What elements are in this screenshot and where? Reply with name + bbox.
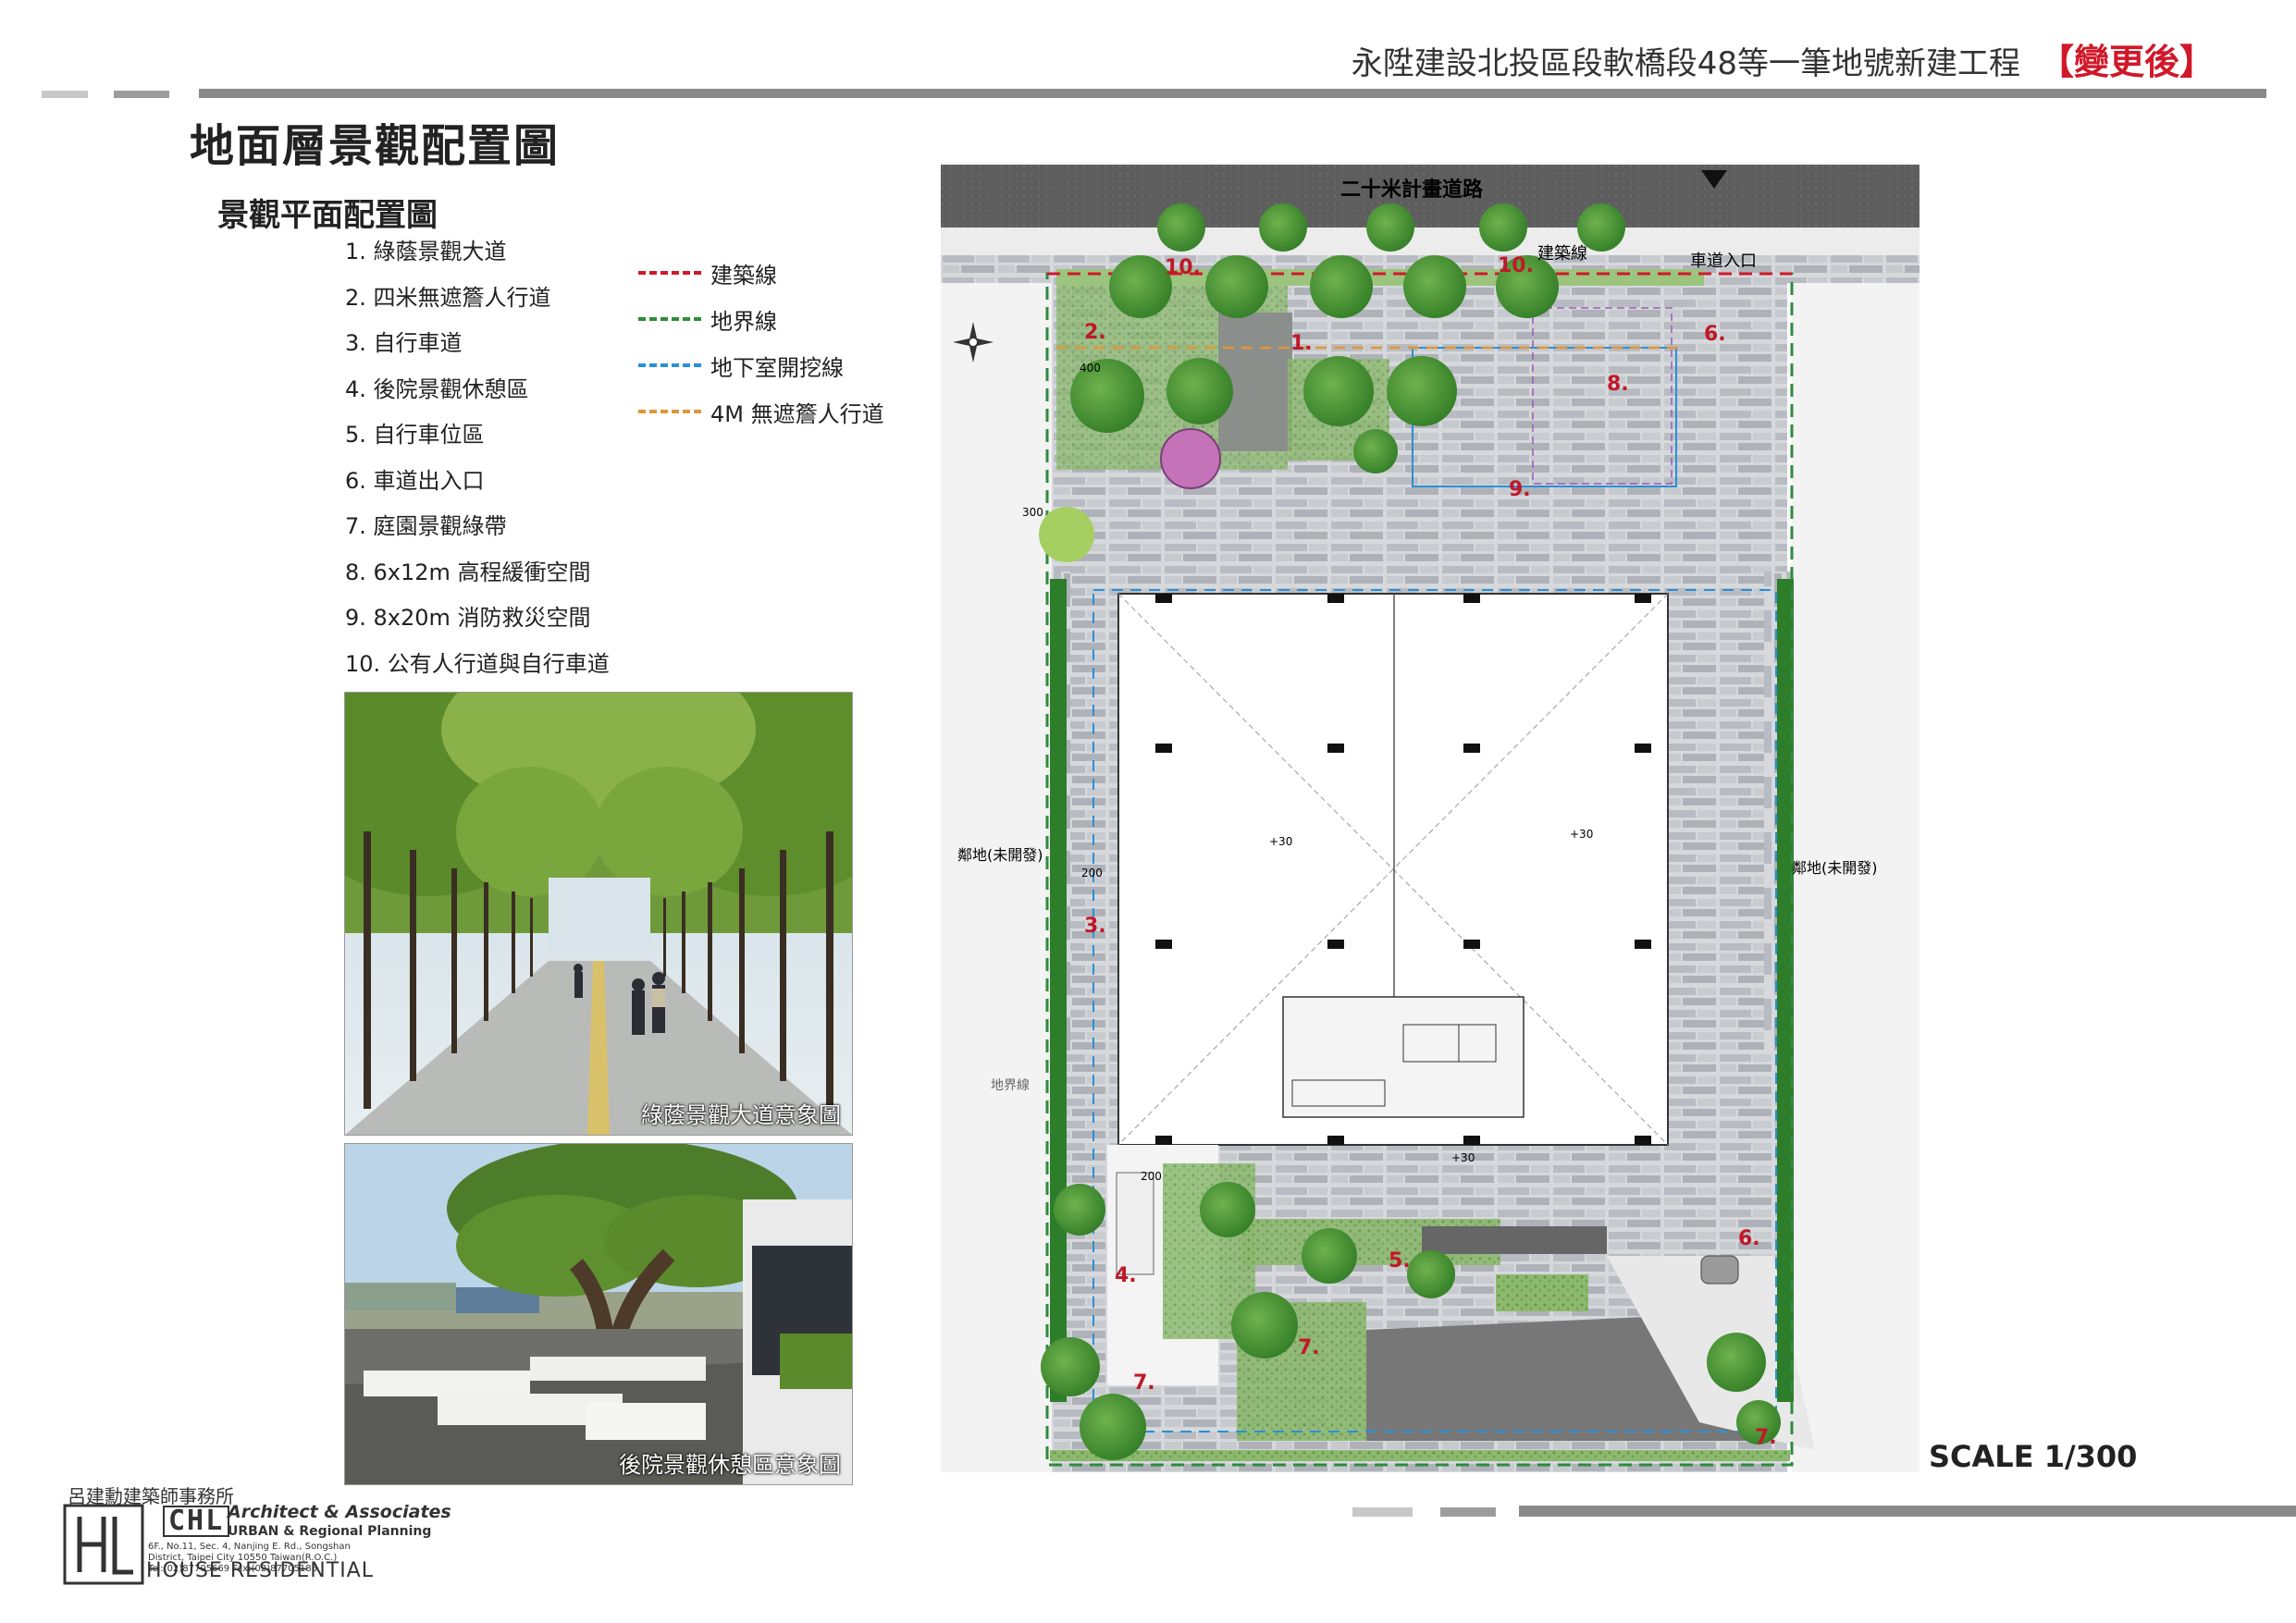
key-item: 10. 公有人行道與自行車道 <box>345 650 610 677</box>
area-number: 6. <box>1738 1227 1760 1250</box>
revision-tag: 【變更後】 <box>2038 42 2215 82</box>
area-number: 1. <box>1290 332 1313 355</box>
boulevard-photo: 綠蔭景觀大道意象圖 <box>344 692 853 1136</box>
compass-icon <box>953 322 994 363</box>
area-number: 8. <box>1607 373 1629 396</box>
legend-label: 4M 無遮簷人行道 <box>710 400 884 427</box>
scale-label: SCALE 1/300 <box>1929 1439 2138 1474</box>
area-number: 9. <box>1509 478 1531 501</box>
dimension-label: 200 <box>1081 867 1103 879</box>
area-number: 7. <box>1298 1336 1320 1359</box>
green-dash-icon <box>638 317 701 321</box>
line-legend: 建築線 地界線 地下室開挖線 4M 無遮簷人行道 <box>638 250 884 435</box>
red-dash-icon <box>638 271 701 275</box>
key-item: 4. 後院景觀休憩區 <box>345 375 529 402</box>
project-title: 永陞建設北投區段軟橋段48等一筆地號新建工程 【變更後】 <box>1352 33 2215 84</box>
key-list: 1. 綠蔭景觀大道 2. 四米無遮簷人行道 3. 自行車道 4. 後院景觀休憩區… <box>345 233 610 691</box>
neighbor-left-label: 鄰地(未開發) <box>957 846 1043 864</box>
key-item: 1. 綠蔭景觀大道 <box>345 239 507 264</box>
accent-tree-icon <box>1039 507 1094 562</box>
blue-dash-icon <box>638 363 701 367</box>
key-item: 2. 四米無遮簷人行道 <box>345 284 551 311</box>
boundary-label: 地界線 <box>991 1078 1030 1093</box>
key-item: 7. 庭園景觀綠帶 <box>345 513 507 539</box>
page-title: 地面層景觀配置圖 <box>190 120 561 172</box>
area-number: 6. <box>1704 323 1726 346</box>
legend-label: 建築線 <box>710 262 777 289</box>
flowering-tree-icon <box>1160 428 1221 489</box>
bottom-divider <box>1352 1506 2296 1518</box>
area-number: 2. <box>1084 321 1106 344</box>
firm-tagline: HOUSE RESIDENTIAL <box>146 1559 374 1582</box>
car-icon <box>1700 1255 1739 1285</box>
firm-subtitle-en: URBAN & Regional Planning <box>228 1524 432 1539</box>
section-title: 景觀平面配置圖 <box>217 197 438 234</box>
top-divider <box>42 87 2266 100</box>
site-plan: 二十米計畫道路 +30 +30 +30 建築線 車道入口 鄰地(未開發) 鄰地(… <box>941 165 1920 1472</box>
legend-row-boundary-line: 地界線 <box>638 296 884 342</box>
backyard-photo: 後院景觀休憩區意象圖 <box>344 1143 853 1485</box>
project-title-text: 永陞建設北投區段軟橋段48等一筆地號新建工程 <box>1351 45 2020 82</box>
key-item: 9. 8x20m 消防救災空間 <box>345 605 591 631</box>
legend-row-building-line: 建築線 <box>638 250 884 296</box>
photo-caption: 後院景觀休憩區意象圖 <box>619 1452 841 1478</box>
area-number: 4. <box>1115 1264 1137 1287</box>
road-label: 二十米計畫道路 <box>1340 178 1484 202</box>
key-item: 3. 自行車道 <box>345 330 463 356</box>
firm-logo-icon <box>63 1504 144 1585</box>
legend-label: 地界線 <box>710 308 777 335</box>
legend-label: 地下室開挖線 <box>710 354 844 381</box>
driveway-entry-label: 車道入口 <box>1690 252 1757 271</box>
building-line-label: 建築線 <box>1537 244 1587 264</box>
elevation-label: +30 <box>1451 1151 1475 1164</box>
dimension-label: 400 <box>1080 362 1101 375</box>
neighbor-right-label: 鄰地(未開發) <box>1792 859 1878 877</box>
elevation-label: +30 <box>1269 835 1292 848</box>
area-number: 7. <box>1755 1426 1777 1449</box>
legend-row-basement-line: 地下室開挖線 <box>638 342 884 388</box>
area-number: 10. <box>1165 256 1201 279</box>
area-number: 7. <box>1133 1371 1155 1395</box>
photo-caption: 綠蔭景觀大道意象圖 <box>641 1102 841 1128</box>
dimension-label: 200 <box>1141 1170 1162 1183</box>
area-number: 10. <box>1498 254 1534 277</box>
firm-logo-text: CHL <box>163 1506 230 1537</box>
area-number: 5. <box>1389 1249 1411 1273</box>
area-number: 3. <box>1084 915 1106 938</box>
key-item: 6. 車道出入口 <box>345 467 485 494</box>
orange-dash-icon <box>638 410 701 413</box>
legend-row-sidewalk-line: 4M 無遮簷人行道 <box>638 388 884 435</box>
elevation-label: +30 <box>1570 828 1593 841</box>
key-item: 8. 6x12m 高程緩衝空間 <box>345 559 591 585</box>
key-item: 5. 自行車位區 <box>345 422 485 448</box>
firm-name-en: Architect & Associates <box>228 1502 451 1522</box>
dimension-label: 300 <box>1022 506 1043 519</box>
